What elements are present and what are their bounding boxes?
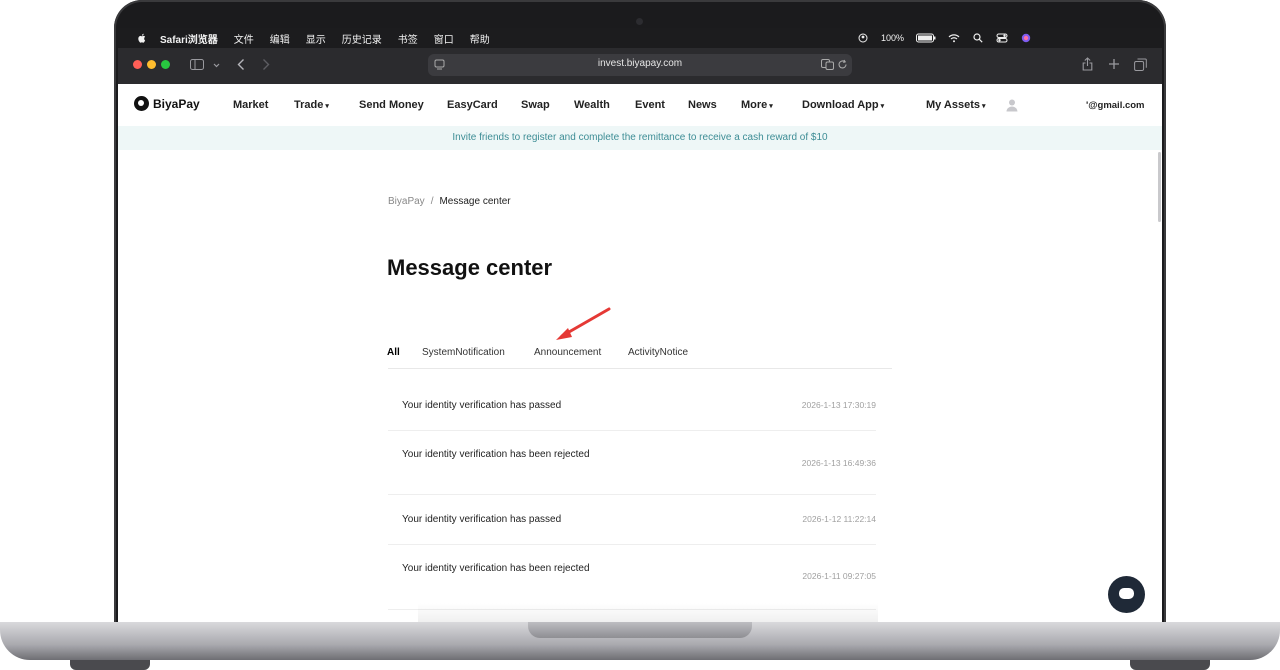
nav-event[interactable]: Event [635,99,665,111]
menu-file[interactable]: 文件 [234,31,254,46]
url-text[interactable]: invest.biyapay.com [428,58,852,69]
reload-icon[interactable] [837,59,848,70]
sidebar-toggle-icon[interactable] [190,59,204,70]
message-text: Your identity verification has passed [402,400,562,411]
nav-swap[interactable]: Swap [521,99,550,111]
minimize-window-button[interactable] [147,60,156,69]
menu-history[interactable]: 历史记录 [342,31,382,46]
nav-more[interactable]: More ▾ [741,99,773,111]
siri-icon[interactable] [1020,33,1032,43]
nav-my-assets-label: My Assets [926,99,981,111]
nav-wealth[interactable]: Wealth [574,99,610,111]
nav-my-assets[interactable]: My Assets ▾ [926,99,986,111]
site-header: BiyaPay Market Trade ▾ Send Money EasyCar… [118,84,1162,126]
zoom-window-button[interactable] [161,60,170,69]
annotation-arrow-icon [556,307,611,340]
battery-icon[interactable] [916,33,936,43]
nav-news[interactable]: News [688,99,717,111]
close-window-button[interactable] [133,60,142,69]
back-icon[interactable] [237,58,245,71]
site-logo[interactable]: BiyaPay [134,96,200,111]
nav-download-app-label: Download App [802,99,879,111]
control-center-icon[interactable] [996,33,1008,43]
browser-toolbar: invest.biyapay.com [118,48,1162,84]
nav-market[interactable]: Market [233,99,268,111]
message-text: Your identity verification has been reje… [402,563,590,574]
menu-window[interactable]: 窗口 [434,31,454,46]
tab-announcement[interactable]: Announcement [534,347,601,358]
tab-overview-icon[interactable] [1134,58,1147,71]
message-time: 2026-1-13 16:49:36 [801,458,876,468]
list-item[interactable]: Your identity verification has been reje… [388,545,876,610]
message-time: 2026-1-12 11:22:14 [802,514,876,524]
logo-text: BiyaPay [153,96,200,111]
share-icon[interactable] [1082,57,1093,71]
promo-banner[interactable]: Invite friends to register and complete … [118,126,1162,150]
wifi-icon[interactable] [948,33,960,43]
chevron-down-icon: ▾ [325,103,329,110]
breadcrumb-current: Message center [439,196,511,207]
menu-help[interactable]: 帮助 [470,31,490,46]
page-title: Message center [387,255,553,280]
chevron-down-icon: ▾ [982,103,986,110]
laptop-foot-left [70,660,150,670]
message-time: 2026-1-11 09:27:05 [802,571,876,581]
chevron-down-icon: ▾ [880,103,885,110]
chevron-down-icon: ▾ [769,103,773,110]
breadcrumb-separator: / [430,196,434,207]
nav-easycard[interactable]: EasyCard [447,99,498,111]
message-text: Your identity verification has passed [402,514,562,525]
nav-download-app[interactable]: Download App ▾ [802,99,884,111]
menu-bookmarks[interactable]: 书签 [398,31,418,46]
list-item[interactable]: Your identity verification has passed 20… [388,495,876,545]
breadcrumb-root[interactable]: BiyaPay [388,196,425,207]
message-time: 2026-1-13 17:30:19 [801,400,876,410]
spotlight-search-icon[interactable] [972,33,984,43]
page-scrollbar[interactable] [1158,152,1161,222]
menu-edit[interactable]: 编辑 [270,31,290,46]
menu-safari[interactable]: Safari浏览器 [160,31,218,46]
laptop-foot-right [1130,660,1210,670]
nav-trade[interactable]: Trade ▾ [294,99,329,111]
biyapay-logo-icon [134,96,149,111]
address-bar[interactable]: invest.biyapay.com [428,54,852,76]
screen: Safari浏览器 文件 编辑 显示 历史记录 书签 窗口 帮助 100% in… [118,28,1162,622]
laptop-opening-notch [528,622,752,638]
nav-trade-label: Trade [294,99,324,111]
mac-menubar: Safari浏览器 文件 编辑 显示 历史记录 书签 窗口 帮助 100% [118,28,1162,48]
camera [636,18,643,25]
message-text: Your identity verification has been reje… [402,449,590,460]
nav-more-label: More [741,99,768,111]
list-item[interactable]: Your identity verification has passed 20… [388,369,876,431]
chevron-down-icon[interactable] [213,63,220,68]
chat-support-button[interactable] [1108,576,1145,613]
user-circle-icon[interactable] [857,33,869,43]
account-email[interactable]: '@gmail.com [1086,100,1145,111]
breadcrumb: BiyaPay / Message center [388,196,511,207]
menu-view[interactable]: 显示 [306,31,326,46]
tab-system-notification[interactable]: SystemNotification [422,347,505,358]
apple-icon[interactable] [136,32,148,44]
battery-percent: 100% [880,33,904,43]
list-item[interactable]: Your identity verification has been reje… [388,431,876,495]
new-tab-icon[interactable] [1108,58,1120,70]
translate-icon[interactable] [821,59,834,70]
promo-banner-text: Invite friends to register and complete … [452,132,828,143]
user-avatar-icon[interactable] [1005,98,1019,112]
tab-all[interactable]: All [387,347,400,358]
tab-activity-notice[interactable]: ActivityNotice [628,347,688,358]
list-fade [418,603,878,622]
nav-send-money[interactable]: Send Money [359,99,424,111]
forward-icon[interactable] [262,58,270,71]
